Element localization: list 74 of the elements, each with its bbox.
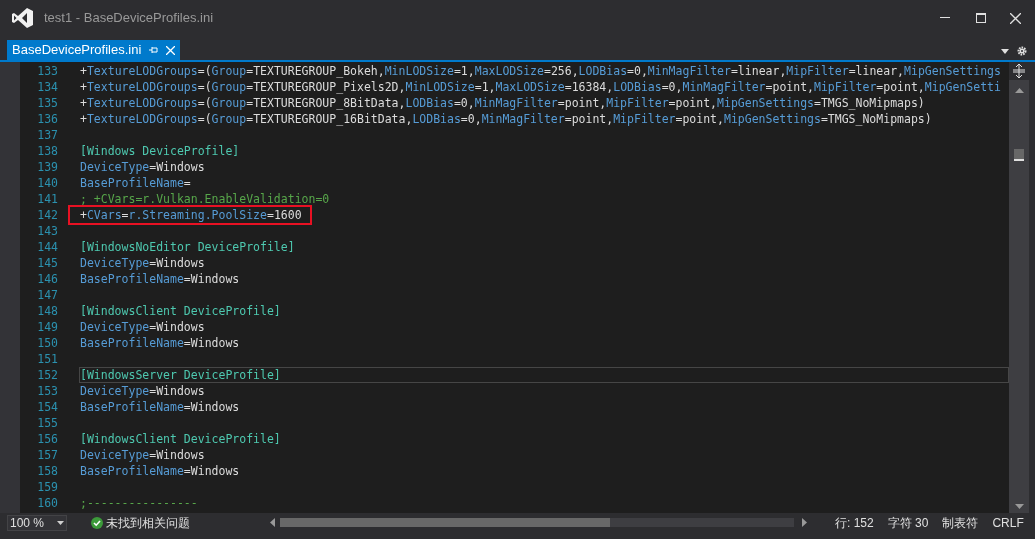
code-line: DeviceType=Windows: [80, 159, 205, 175]
check-circle-icon: [91, 516, 103, 529]
caret-icon: [57, 520, 64, 525]
line-number: 146: [36, 271, 58, 287]
code-line: BaseProfileName=: [80, 175, 191, 191]
code-line: BaseProfileName=Windows: [80, 335, 240, 351]
code-line: +TextureLODGroups=(Group=TEXTUREGROUP_16BitData,LODBias=0,MinMagFilter=point,MipFilter=point,MipGenSettings=TMGS_NoMipmaps): [80, 111, 932, 127]
app-logo-icon: [12, 8, 34, 28]
scroll-thumb[interactable]: [1014, 149, 1024, 161]
line-number: 134: [36, 79, 58, 95]
line-number: 141: [36, 191, 58, 207]
line-number: 148: [36, 303, 58, 319]
line-number: 149: [36, 319, 58, 335]
line-number: 139: [36, 159, 58, 175]
code-line: DeviceType=Windows: [80, 383, 205, 399]
line-number: 142: [36, 207, 58, 223]
line-number: 140: [36, 175, 58, 191]
code-line: BaseProfileName=Windows: [80, 463, 240, 479]
line-number: 138: [36, 143, 58, 159]
line-number: 159: [36, 479, 58, 495]
scroll-up-icon[interactable]: [1014, 88, 1024, 93]
indent-mode: 制表符: [942, 514, 979, 532]
code-line: ;----------------: [80, 495, 198, 511]
line-number: 154: [36, 399, 58, 415]
line-ending: CRLF: [992, 514, 1024, 532]
pin-icon[interactable]: [149, 46, 159, 54]
editor-tab[interactable]: BaseDeviceProfiles.ini: [7, 40, 181, 60]
code-line: DeviceType=Windows: [80, 319, 205, 335]
code-line: [WindowsServer DeviceProfile]: [80, 367, 281, 383]
line-number: 135: [36, 95, 58, 111]
scroll-down-icon[interactable]: [1014, 504, 1024, 509]
line-position: 行: 152: [835, 514, 874, 532]
code-line: [Windows DeviceProfile]: [80, 143, 240, 159]
zoom-dropdown[interactable]: 100 %: [7, 514, 67, 531]
issues-status[interactable]: 未找到相关问题: [106, 513, 190, 532]
code-line: BaseProfileName=Windows: [80, 399, 240, 415]
line-number: 150: [36, 335, 58, 351]
minimize-icon[interactable]: [940, 17, 950, 19]
code-line: [WindowsClient DeviceProfile]: [80, 431, 281, 447]
dropdown-icon[interactable]: [1001, 49, 1009, 54]
horizontal-scrollbar[interactable]: [280, 518, 794, 527]
window-title: test1 - BaseDeviceProfiles.ini: [44, 9, 214, 28]
code-line: +TextureLODGroups=(Group=TEXTUREGROUP_Pixels2D,MinLODSize=1,MaxLODSize=16384,LODBias=0,MinMagFilter=point,MipFilter=point,MipGenSetti: [80, 79, 1001, 95]
line-number: 133: [36, 63, 58, 79]
code-line: BaseProfileName=Windows: [80, 271, 240, 287]
code-line: [WindowsClient DeviceProfile]: [80, 303, 281, 319]
vertical-scrollbar[interactable]: [1009, 62, 1029, 513]
line-number: 156: [36, 431, 58, 447]
code-line: [WindowsNoEditor DeviceProfile]: [80, 239, 295, 255]
maximize-icon[interactable]: [976, 13, 986, 23]
line-number: 152: [36, 367, 58, 383]
code-line: DeviceType=Windows: [80, 255, 205, 271]
line-number: 153: [36, 383, 58, 399]
line-number: 136: [36, 111, 58, 127]
line-number: 144: [36, 239, 58, 255]
code-line: +TextureLODGroups=(Group=TEXTUREGROUP_8BitData,LODBias=0,MinMagFilter=point,MipFilter=point,MipGenSettings=TMGS_NoMipmaps): [80, 95, 925, 111]
line-number: 147: [36, 287, 58, 303]
char-position: 字符 30: [887, 514, 929, 532]
splitter-icon[interactable]: [1013, 64, 1025, 78]
line-number: 145: [36, 255, 58, 271]
line-number: 155: [36, 415, 58, 431]
line-number: 151: [36, 351, 58, 367]
close-icon[interactable]: [1010, 12, 1021, 24]
code-line: ; +CVars=r.Vulkan.EnableValidation=0: [80, 191, 330, 207]
line-number: 137: [36, 127, 58, 143]
scroll-left-icon[interactable]: [270, 518, 275, 527]
settings-icon[interactable]: [1017, 46, 1027, 56]
code-line: DeviceType=Windows: [80, 447, 205, 463]
line-number: 157: [36, 447, 58, 463]
scroll-right-icon[interactable]: [802, 518, 807, 527]
line-number: 143: [36, 223, 58, 239]
line-number: 160: [36, 495, 58, 511]
line-number: 158: [36, 463, 58, 479]
code-line: +TextureLODGroups=(Group=TEXTUREGROUP_Bokeh,MinLODSize=1,MaxLODSize=256,LODBias=0,MinMagFilter=linear,MipFilter=linear,MipGenSettings: [80, 63, 1001, 79]
